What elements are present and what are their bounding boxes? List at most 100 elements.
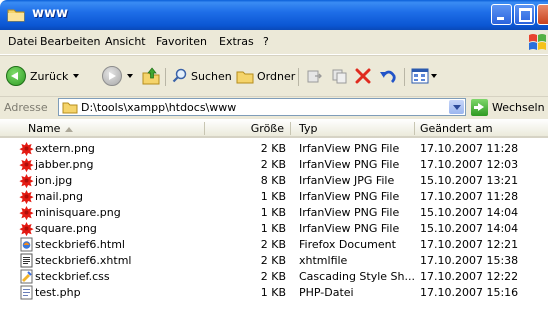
file-name: square.png bbox=[35, 222, 97, 235]
address-input[interactable]: D:\tools\xampp\htdocs\www bbox=[58, 98, 466, 116]
file-size: 1 KB bbox=[260, 206, 286, 219]
column-header-modified[interactable]: Geändert am bbox=[414, 119, 548, 138]
file-name: steckbrief6.html bbox=[35, 238, 125, 251]
file-modified: 17.10.2007 12:21 bbox=[420, 238, 519, 251]
folder-icon bbox=[7, 9, 25, 22]
file-size: 2 KB bbox=[260, 254, 286, 267]
menu-bearbeiten[interactable]: Bearbeiten bbox=[40, 35, 100, 48]
search-icon bbox=[172, 68, 187, 83]
column-divider[interactable] bbox=[290, 122, 291, 135]
address-dropdown-button[interactable] bbox=[449, 100, 464, 114]
file-type: IrfanView JPG File bbox=[299, 174, 395, 187]
maximize-button[interactable] bbox=[514, 4, 535, 25]
chevron-down-icon bbox=[431, 74, 437, 78]
php-file-icon bbox=[20, 285, 33, 300]
column-header-size[interactable]: Größe bbox=[204, 119, 290, 138]
column-header-type[interactable]: Typ bbox=[290, 119, 414, 138]
back-button[interactable]: Zurück bbox=[6, 65, 80, 87]
folders-button[interactable]: Ordner bbox=[236, 65, 295, 87]
menu-help[interactable]: ? bbox=[263, 35, 269, 48]
menu-ansicht[interactable]: Ansicht bbox=[105, 35, 146, 48]
move-to-button[interactable] bbox=[306, 65, 324, 87]
forward-arrow-icon bbox=[102, 66, 122, 86]
go-button[interactable]: Wechseln zu bbox=[492, 101, 548, 114]
file-modified: 17.10.2007 11:28 bbox=[420, 142, 519, 155]
up-folder-icon bbox=[142, 67, 160, 85]
column-divider[interactable] bbox=[414, 122, 415, 135]
irfanview-icon bbox=[19, 222, 34, 236]
file-type: IrfanView PNG File bbox=[299, 158, 400, 171]
close-button[interactable] bbox=[537, 4, 548, 25]
menu-extras[interactable]: Extras bbox=[219, 35, 254, 48]
folders-icon bbox=[236, 71, 254, 84]
copy-to-button[interactable] bbox=[331, 65, 349, 87]
windows-logo-icon bbox=[529, 34, 546, 50]
copy-to-icon bbox=[332, 69, 347, 84]
file-size: 1 KB bbox=[260, 222, 286, 235]
forward-button[interactable] bbox=[102, 65, 133, 87]
column-size-label: Größe bbox=[250, 122, 284, 135]
up-folder-button[interactable] bbox=[142, 65, 160, 87]
file-row[interactable]: minisquare.png 1 KB IrfanView PNG File 15.1… bbox=[0, 205, 548, 221]
css-file-icon bbox=[20, 269, 33, 284]
folders-label: Ordner bbox=[257, 69, 296, 83]
file-size: 8 KB bbox=[260, 174, 286, 187]
irfanview-icon bbox=[19, 174, 34, 188]
undo-icon bbox=[380, 70, 396, 83]
column-header-name[interactable]: Name bbox=[0, 119, 204, 138]
column-divider[interactable] bbox=[204, 122, 205, 135]
file-row[interactable]: steckbrief6.xhtml 2 KB xhtmlfile 17.10.2007… bbox=[0, 253, 548, 269]
file-size: 2 KB bbox=[260, 142, 286, 155]
search-button[interactable]: Suchen bbox=[172, 65, 232, 87]
file-type: PHP-Datei bbox=[299, 286, 354, 299]
file-size: 2 KB bbox=[260, 238, 286, 251]
file-type: IrfanView PNG File bbox=[299, 190, 400, 203]
views-button[interactable] bbox=[411, 65, 437, 87]
file-type: IrfanView PNG File bbox=[299, 142, 400, 155]
file-name: jon.jpg bbox=[35, 174, 73, 187]
minimize-button[interactable] bbox=[491, 4, 512, 25]
menu-bar: Datei Bearbeiten Ansicht Favoriten Extra… bbox=[0, 30, 548, 55]
file-type: IrfanView PNG File bbox=[299, 222, 400, 235]
file-row[interactable]: steckbrief.css 2 KB Cascading Style Sh... 1… bbox=[0, 269, 548, 285]
file-modified: 17.10.2007 11:28 bbox=[420, 190, 519, 203]
search-label: Suchen bbox=[191, 69, 232, 83]
go-arrow-icon[interactable] bbox=[471, 99, 488, 116]
address-label: Adresse bbox=[4, 101, 48, 114]
menu-favoriten[interactable]: Favoriten bbox=[156, 35, 207, 48]
file-row[interactable]: jon.jpg 8 KB IrfanView JPG File 15.10.2007 … bbox=[0, 173, 548, 189]
file-row[interactable]: test.php 1 KB PHP-Datei 17.10.2007 15:16 bbox=[0, 285, 548, 301]
sort-ascending-icon bbox=[65, 127, 73, 132]
file-name: jabber.png bbox=[35, 158, 94, 171]
menu-datei[interactable]: Datei bbox=[8, 35, 37, 48]
file-name: extern.png bbox=[35, 142, 95, 155]
file-type: Firefox Document bbox=[299, 238, 396, 251]
delete-x-icon bbox=[355, 68, 371, 84]
irfanview-icon bbox=[19, 158, 34, 172]
file-list: Name Größe Typ Geändert am extern.png 2 K… bbox=[0, 119, 548, 333]
move-to-icon bbox=[307, 70, 322, 83]
irfanview-icon bbox=[19, 142, 34, 156]
file-row[interactable]: extern.png 2 KB IrfanView PNG File 17.10.20… bbox=[0, 141, 548, 157]
file-row[interactable]: steckbrief6.html 2 KB Firefox Document 17.1… bbox=[0, 237, 548, 253]
file-name: mail.png bbox=[35, 190, 84, 203]
file-row[interactable]: jabber.png 2 KB IrfanView PNG File 17.10.20… bbox=[0, 157, 548, 173]
file-modified: 17.10.2007 15:16 bbox=[420, 286, 519, 299]
file-size: 1 KB bbox=[260, 190, 286, 203]
file-name: test.php bbox=[35, 286, 81, 299]
file-modified: 15.10.2007 14:04 bbox=[420, 222, 519, 235]
file-name: steckbrief6.xhtml bbox=[35, 254, 132, 267]
file-modified: 15.10.2007 13:21 bbox=[420, 174, 519, 187]
delete-button[interactable] bbox=[355, 65, 371, 87]
views-icon bbox=[411, 68, 429, 84]
title-bar[interactable]: www bbox=[0, 0, 548, 30]
file-type: IrfanView PNG File bbox=[299, 206, 400, 219]
file-name: steckbrief.css bbox=[35, 270, 110, 283]
file-name: minisquare.png bbox=[35, 206, 121, 219]
file-row[interactable]: mail.png 1 KB IrfanView PNG File 17.10.2007… bbox=[0, 189, 548, 205]
file-type: Cascading Style Sh... bbox=[299, 270, 415, 283]
file-row[interactable]: square.png 1 KB IrfanView PNG File 15.10.20… bbox=[0, 221, 548, 237]
file-size: 1 KB bbox=[260, 286, 286, 299]
column-modified-label: Geändert am bbox=[420, 122, 493, 135]
undo-button[interactable] bbox=[379, 65, 397, 87]
